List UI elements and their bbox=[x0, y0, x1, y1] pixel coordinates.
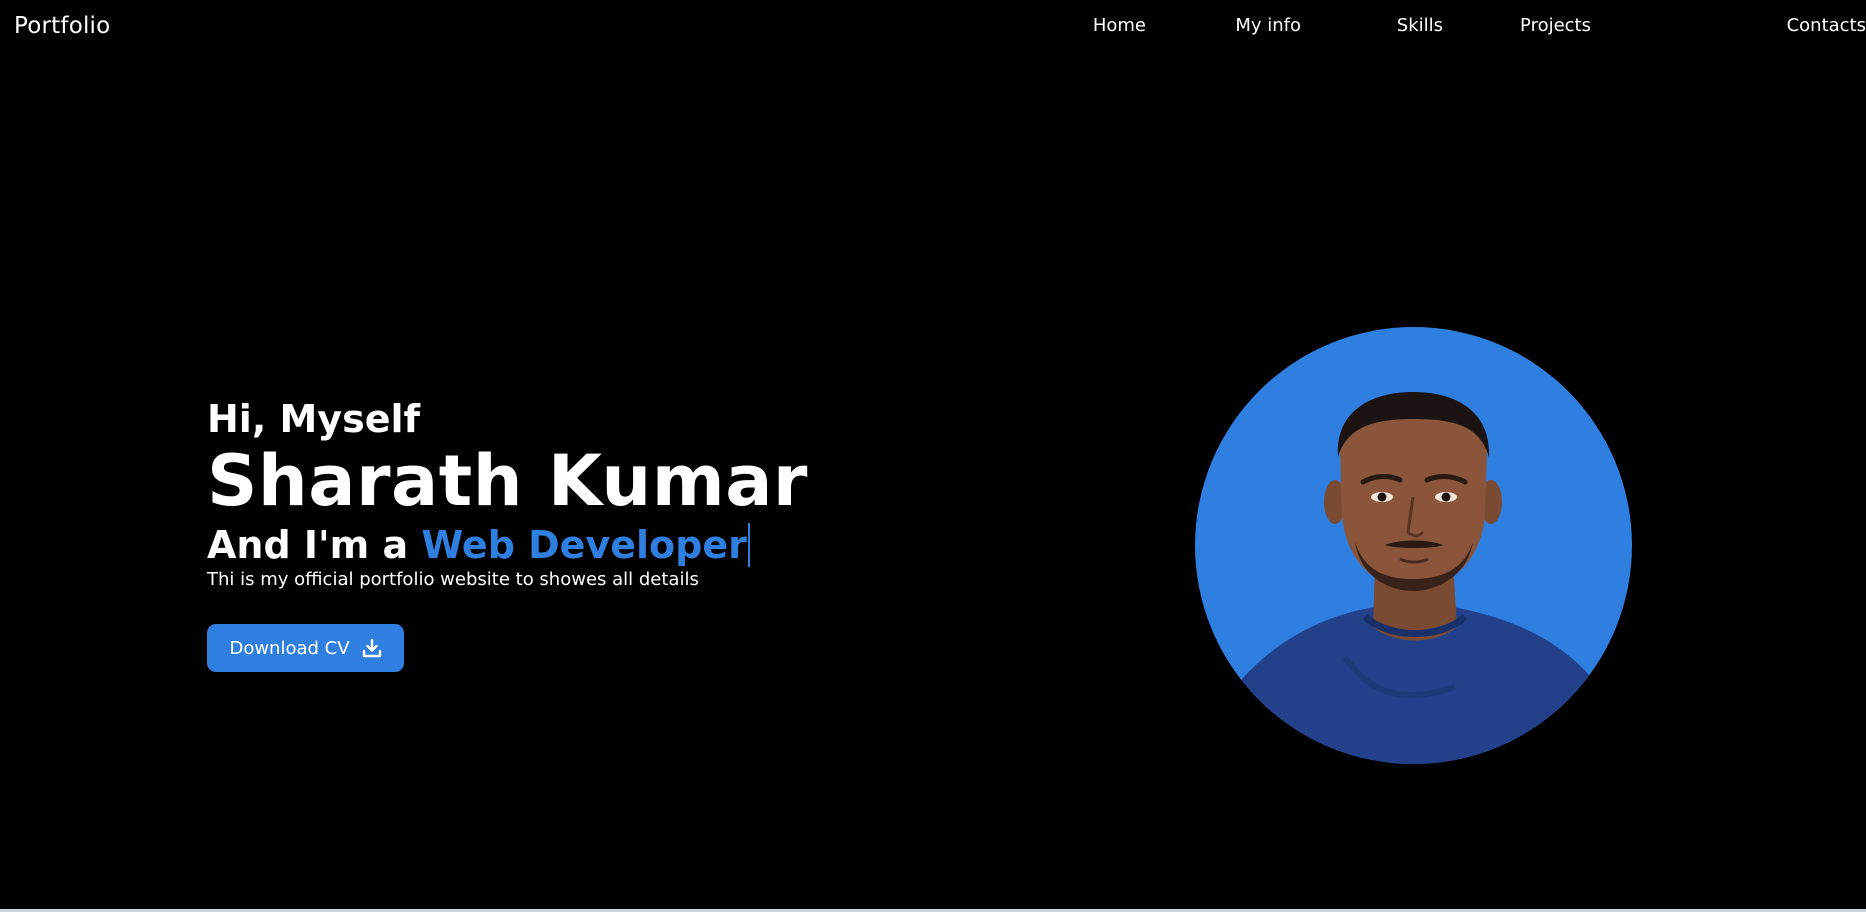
role-prefix: And I'm a bbox=[207, 523, 422, 567]
hero-role: And I'm a Web Developer bbox=[207, 521, 808, 569]
role-highlight: Web Developer bbox=[421, 523, 750, 567]
hero-name: Sharath Kumar bbox=[207, 440, 808, 522]
profile-avatar bbox=[1195, 327, 1632, 764]
hero-description: Thi is my official portfolio website to … bbox=[207, 569, 699, 590]
download-cv-label: Download CV bbox=[229, 637, 350, 659]
download-icon bbox=[362, 638, 382, 658]
brand-logo[interactable]: Portfolio bbox=[14, 13, 110, 39]
download-cv-button[interactable]: Download CV bbox=[207, 624, 404, 672]
nav-item-home[interactable]: Home bbox=[1093, 15, 1146, 36]
nav-item-my-info[interactable]: My info bbox=[1235, 15, 1301, 36]
greeting: Hi, Myself bbox=[207, 397, 421, 441]
portfolio-page: Portfolio Home My info Skills Projects C… bbox=[0, 0, 1866, 912]
nav-item-skills[interactable]: Skills bbox=[1397, 15, 1443, 36]
nav-item-projects[interactable]: Projects bbox=[1520, 15, 1591, 36]
profile-photo bbox=[1195, 392, 1632, 764]
hero-text: Hi, Myself Sharath Kumar And I'm a Web D… bbox=[207, 397, 808, 591]
nav-item-contacts[interactable]: Contacts bbox=[1787, 15, 1866, 36]
